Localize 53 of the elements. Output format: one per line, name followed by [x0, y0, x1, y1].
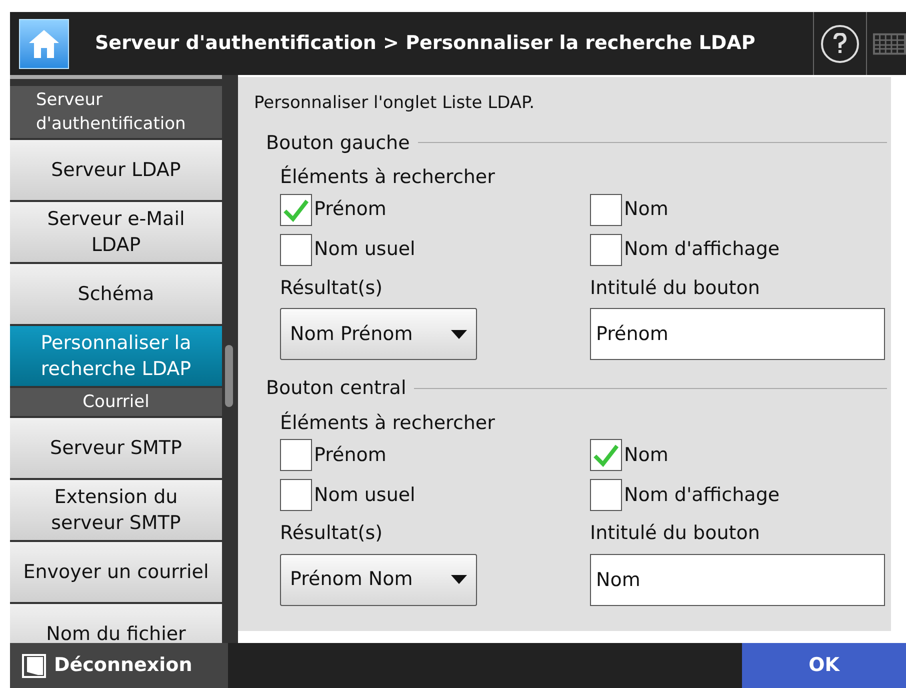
checkbox[interactable]: [280, 479, 312, 511]
checkbox-label: Prénom: [314, 197, 386, 222]
dropdown[interactable]: Nom Prénom: [280, 308, 477, 360]
sidebar-item[interactable]: Nom du fichier: [10, 604, 222, 643]
group-title: Bouton central: [266, 376, 406, 401]
field-label: Éléments à rechercher: [280, 164, 496, 190]
caret-icon: [451, 575, 467, 584]
sidebar-item[interactable]: Personnaliser la recherche LDAP: [10, 326, 222, 386]
sidebar-item[interactable]: Serveur e-Mail LDAP: [10, 202, 222, 262]
checkbox[interactable]: [590, 234, 622, 266]
question-icon: [833, 32, 847, 54]
field-label: Éléments à rechercher: [280, 410, 496, 436]
checkbox-label: Nom usuel: [314, 482, 416, 508]
caret-icon: [451, 330, 467, 338]
checkbox-label: Nom usuel: [314, 237, 416, 262]
checkmark-icon: [593, 443, 619, 467]
checkbox-label: Nom d'affichage: [624, 237, 780, 262]
sidebar-item[interactable]: Serveur SMTP: [10, 418, 222, 478]
field-label: Intitulé du bouton: [590, 521, 761, 546]
sidebar-item[interactable]: Extension du serveur SMTP: [10, 480, 222, 540]
checkbox[interactable]: [280, 439, 312, 471]
input-field[interactable]: Nom: [590, 554, 885, 606]
dropdown[interactable]: Prénom Nom: [280, 554, 477, 606]
input-field[interactable]: Prénom: [590, 308, 885, 360]
checkbox-label: Nom: [624, 442, 668, 468]
checkmark-icon: [283, 198, 309, 222]
page-title: Serveur d'authentification > Personnaliser la recherche LDAP: [95, 31, 756, 56]
door-icon: [22, 654, 46, 678]
help-button[interactable]: [821, 24, 859, 62]
group-title: Bouton gauche: [266, 130, 410, 156]
checkbox[interactable]: [590, 439, 622, 471]
sidebar-item[interactable]: Envoyer un courriel: [10, 542, 222, 602]
checkbox-label: Nom d'affichage: [624, 482, 780, 508]
home-icon: [28, 28, 60, 58]
home-button[interactable]: [19, 18, 69, 68]
sidebar-item[interactable]: Serveur LDAP: [10, 140, 222, 200]
checkbox[interactable]: [590, 479, 622, 511]
checkbox-label: Prénom: [314, 442, 386, 468]
sidebar-section: Serveur d'authentification: [10, 86, 222, 138]
scrollbar-thumb[interactable]: [225, 345, 233, 407]
intro-text: Personnaliser l'onglet Liste LDAP.: [253, 92, 536, 115]
logout-button[interactable]: Déconnexion: [10, 643, 228, 688]
sidebar-item[interactable]: Schéma: [10, 264, 222, 324]
keyboard-icon[interactable]: [873, 32, 906, 54]
checkbox[interactable]: [280, 234, 312, 266]
checkbox[interactable]: [590, 194, 622, 226]
ok-button[interactable]: OK: [742, 643, 906, 688]
field-label: Intitulé du bouton: [590, 276, 761, 300]
field-label: Résultat(s): [280, 276, 384, 300]
sidebar-section: Courriel: [10, 388, 222, 416]
checkbox[interactable]: [280, 194, 312, 226]
checkbox-label: Nom: [624, 197, 668, 222]
field-label: Résultat(s): [280, 521, 384, 546]
